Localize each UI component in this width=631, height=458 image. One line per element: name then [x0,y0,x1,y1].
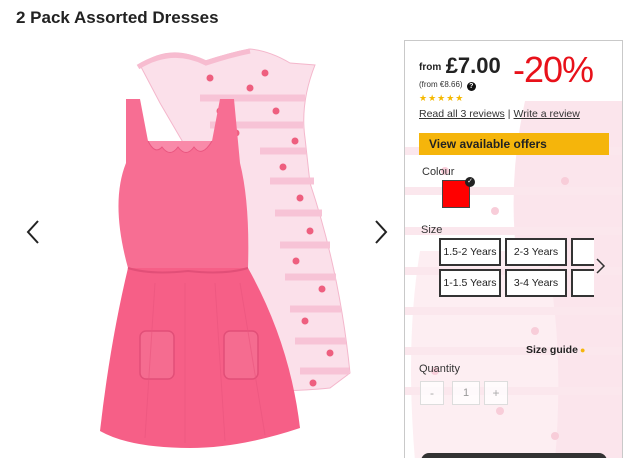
alt-currency-price: (from €8.66) ? [419,80,476,91]
size-option[interactable]: 1-1.5 Years [439,269,501,297]
read-reviews-link[interactable]: Read all 3 reviews [419,108,505,120]
size-guide-label: Size guide [526,344,578,356]
help-icon[interactable]: ? [466,82,476,91]
write-review-link[interactable]: Write a review [514,108,580,120]
size-option[interactable]: 1.5-2 Years [439,238,501,266]
add-to-basket-button[interactable] [421,453,607,458]
alt-price-text: (from €8.66) [419,80,463,89]
size-label: Size [421,224,443,236]
price-value: £7.00 [445,53,501,78]
product-gallery [20,38,400,456]
size-option[interactable]: 5-6 [571,269,594,297]
reviews-separator: | [507,108,511,120]
gallery-prev-button[interactable] [24,218,44,246]
star-rating: ★★★★★ [419,93,465,103]
quantity-increase-button[interactable]: + [484,381,508,405]
bullet-icon: ● [579,345,586,355]
check-icon: ✓ [465,177,475,187]
size-guide-link[interactable]: Size guide ● [526,344,585,356]
reviews-links: Read all 3 reviews | Write a review [419,108,580,120]
product-info-panel: from £7.00 (from €8.66) ? -20% ★★★★★ Rea… [404,40,623,458]
size-option[interactable]: 3-4 Years [505,269,567,297]
product-image[interactable] [100,43,360,453]
quantity-label: Quantity [419,363,460,375]
chevron-right-icon [375,220,388,244]
price-block: from £7.00 [419,53,501,79]
view-offers-button[interactable]: View available offers [419,133,609,155]
chevron-left-icon [26,220,39,244]
page-title: 2 Pack Assorted Dresses [16,8,219,27]
quantity-decrease-button[interactable]: - [420,381,444,405]
size-option[interactable]: 2-3 Years [505,238,567,266]
size-scroll-next-button[interactable] [594,256,606,276]
size-option[interactable]: 4-5 [571,238,594,266]
discount-badge: -20% [513,49,594,90]
chevron-right-icon [596,258,606,274]
size-options: 1.5-2 Years 2-3 Years 4-5 1-1.5 Years 3-… [439,238,594,300]
colour-label: Colour [422,166,455,178]
gallery-next-button[interactable] [370,218,390,246]
price-from-label: from [419,62,442,73]
quantity-value[interactable]: 1 [452,381,480,405]
